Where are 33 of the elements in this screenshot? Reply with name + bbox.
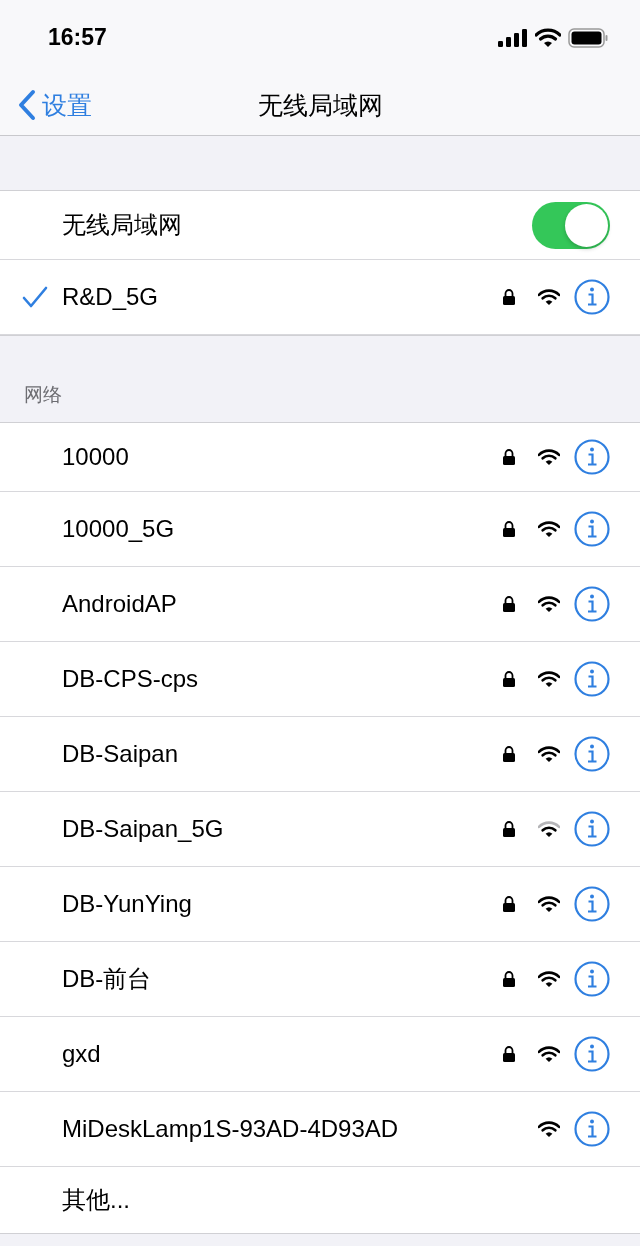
- network-name[interactable]: AndroidAP: [62, 590, 502, 618]
- nav-title: 无线局域网: [257, 89, 383, 121]
- info-icon[interactable]: [574, 511, 610, 547]
- info-icon[interactable]: [574, 736, 610, 772]
- status-time: 16:57: [48, 24, 107, 51]
- info-icon[interactable]: [574, 439, 610, 475]
- info-icon[interactable]: [574, 279, 610, 315]
- battery-icon: [568, 27, 608, 48]
- cellular-signal-icon: [498, 28, 528, 47]
- wifi-icon: [535, 28, 561, 47]
- info-icon[interactable]: [574, 886, 610, 922]
- network-name[interactable]: 10000_5G: [62, 515, 502, 543]
- back-button[interactable]: 设置: [0, 88, 92, 122]
- chevron-left-icon: [18, 89, 36, 121]
- info-icon[interactable]: [574, 586, 610, 622]
- info-icon[interactable]: [574, 1111, 610, 1147]
- network-name[interactable]: DB-CPS-cps: [62, 665, 502, 693]
- info-icon[interactable]: [574, 661, 610, 697]
- network-name[interactable]: DB-YunYing: [62, 890, 502, 918]
- network-name[interactable]: DB-前台: [62, 963, 502, 995]
- info-icon[interactable]: [574, 961, 610, 997]
- network-name[interactable]: gxd: [62, 1040, 502, 1068]
- network-name[interactable]: DB-Saipan_5G: [62, 815, 502, 843]
- info-icon[interactable]: [574, 811, 610, 847]
- info-icon[interactable]: [574, 1036, 610, 1072]
- network-name[interactable]: DB-Saipan: [62, 740, 502, 768]
- wifi-label: 无线局域网: [62, 210, 183, 240]
- other-network-item[interactable]: 其他...: [62, 1184, 610, 1216]
- wifi-toggle[interactable]: [532, 201, 610, 249]
- network-name[interactable]: MiDeskLamp1S-93AD-4D93AD: [62, 1115, 538, 1143]
- section-header: 网络: [24, 383, 62, 407]
- network-name[interactable]: R&D_5G: [62, 283, 502, 311]
- network-name[interactable]: 10000: [62, 443, 502, 471]
